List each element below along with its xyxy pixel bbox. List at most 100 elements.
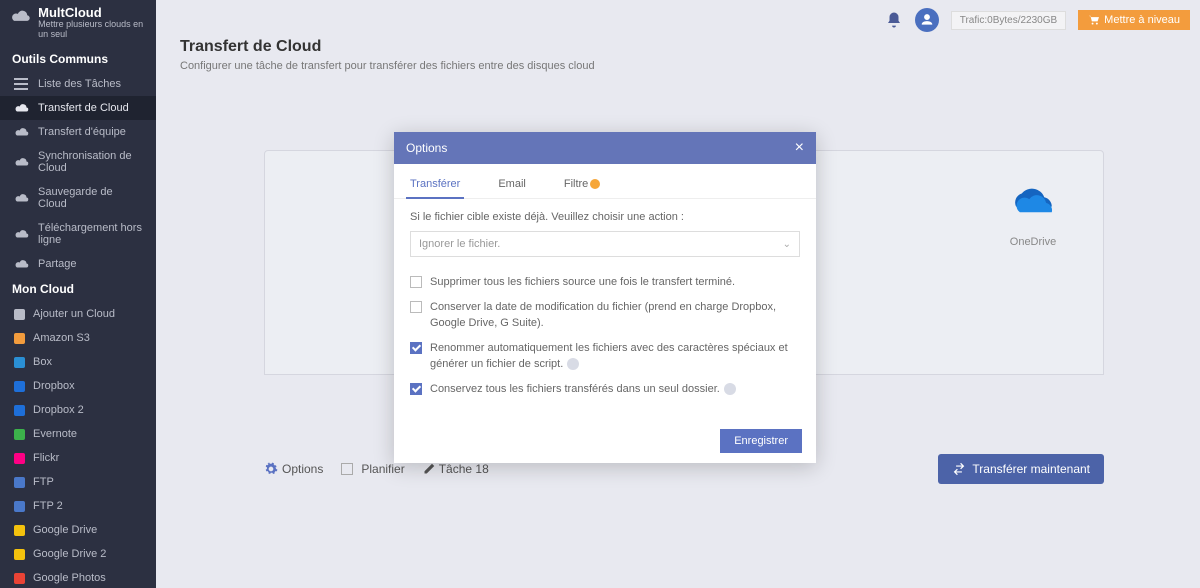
cloud-item[interactable]: Google Drive <box>0 518 156 542</box>
user-icon <box>920 13 934 27</box>
option-label: Conserver la date de modification du fic… <box>430 300 800 331</box>
section-mycloud-header: Mon Cloud <box>0 276 156 302</box>
cloud-item[interactable]: Amazon S3 <box>0 326 156 350</box>
cloud-label: Ajouter un Cloud <box>33 308 115 320</box>
topbar: Trafic:0Bytes/2230GB Mettre à niveau <box>885 8 1190 32</box>
modal-footer: Enregistrer <box>394 419 816 463</box>
cloud-icon <box>14 228 30 240</box>
nav-team-transfer[interactable]: Transfert d'équipe <box>0 120 156 144</box>
cloud-item[interactable]: FTP <box>0 470 156 494</box>
task-label: Tâche 18 <box>439 462 489 476</box>
cloud-item[interactable]: Dropbox 2 <box>0 398 156 422</box>
traffic-indicator: Trafic:0Bytes/2230GB <box>951 11 1066 30</box>
nav-label: Transfert de Cloud <box>38 102 129 114</box>
tab-label: Transférer <box>410 178 460 190</box>
checkbox-icon <box>410 276 422 288</box>
cloud-label: Google Drive <box>33 524 97 536</box>
cloud-service-icon <box>14 525 25 536</box>
nav-cloud-backup[interactable]: Sauvegarde de Cloud <box>0 180 156 216</box>
cloud-icon <box>14 258 30 270</box>
brand-tagline: Mettre plusieurs clouds en un seul <box>38 20 146 40</box>
nav-label: Synchronisation de Cloud <box>38 150 142 174</box>
tab-filter[interactable]: Filtre <box>560 170 604 198</box>
help-icon[interactable] <box>567 358 579 370</box>
upgrade-label: Mettre à niveau <box>1104 14 1180 26</box>
nav-share[interactable]: Partage <box>0 252 156 276</box>
nav-offline-download[interactable]: Téléchargement hors ligne <box>0 216 156 252</box>
cloud-label: Dropbox <box>33 380 75 392</box>
tab-label: Filtre <box>564 178 588 190</box>
options-modal: Options × Transférer Email Filtre Si le … <box>394 132 816 463</box>
transfer-now-button[interactable]: Transférer maintenant <box>938 454 1104 484</box>
destination-label: OneDrive <box>1003 236 1063 248</box>
transfer-icon <box>952 462 966 476</box>
nav-cloud-transfer[interactable]: Transfert de Cloud <box>0 96 156 120</box>
pencil-icon <box>423 463 435 475</box>
cloud-label: Box <box>33 356 52 368</box>
tab-transfer[interactable]: Transférer <box>406 170 464 198</box>
nav-label: Liste des Tâches <box>38 78 121 90</box>
cloud-service-icon <box>14 429 25 440</box>
transfer-label: Transférer maintenant <box>972 462 1090 476</box>
cloud-label: Amazon S3 <box>33 332 90 344</box>
nav-label: Partage <box>38 258 77 270</box>
checkbox-icon <box>410 342 422 354</box>
close-icon[interactable]: × <box>795 140 804 156</box>
schedule-link[interactable]: Planifier <box>341 462 404 476</box>
cart-icon <box>1088 15 1100 25</box>
logo-cloud-icon <box>10 6 32 26</box>
cloud-label: Google Drive 2 <box>33 548 106 560</box>
onedrive-icon <box>1003 181 1063 221</box>
cloud-item[interactable]: Dropbox <box>0 374 156 398</box>
schedule-label: Planifier <box>361 462 404 476</box>
modal-tabs: Transférer Email Filtre <box>394 170 816 199</box>
cloud-item[interactable]: Box <box>0 350 156 374</box>
nav-cloud-sync[interactable]: Synchronisation de Cloud <box>0 144 156 180</box>
page-header: Transfert de Cloud Configurer une tâche … <box>180 38 595 72</box>
filter-badge-icon <box>590 179 600 189</box>
cloud-item[interactable]: Google Photos <box>0 566 156 588</box>
tab-email[interactable]: Email <box>494 170 530 198</box>
option-rename-special[interactable]: Renommer automatiquement les fichiers av… <box>410 341 800 372</box>
option-keep-date[interactable]: Conserver la date de modification du fic… <box>410 300 800 331</box>
cloud-item[interactable]: Google Drive 2 <box>0 542 156 566</box>
cloud-label: Evernote <box>33 428 77 440</box>
section-common-header: Outils Communs <box>0 46 156 72</box>
cloud-service-icon <box>14 501 25 512</box>
page-title: Transfert de Cloud <box>180 38 595 56</box>
nav-label: Téléchargement hors ligne <box>38 222 142 246</box>
cloud-item[interactable]: Flickr <box>0 446 156 470</box>
save-button[interactable]: Enregistrer <box>720 429 802 453</box>
option-single-folder[interactable]: Conservez tous les fichiers transférés d… <box>410 382 800 397</box>
nav-tasks[interactable]: Liste des Tâches <box>0 72 156 96</box>
modal-header: Options × <box>394 132 816 164</box>
cloud-icon <box>14 102 30 114</box>
cloud-service-icon <box>14 381 25 392</box>
options-link[interactable]: Options <box>264 462 323 476</box>
cloud-item[interactable]: Evernote <box>0 422 156 446</box>
cloud-icon <box>14 156 30 168</box>
option-delete-source[interactable]: Supprimer tous les fichiers source une f… <box>410 275 800 290</box>
save-label: Enregistrer <box>734 435 788 447</box>
action-select[interactable]: Ignorer le fichier. ⌄ <box>410 231 800 257</box>
upgrade-button[interactable]: Mettre à niveau <box>1078 10 1190 30</box>
cloud-label: Flickr <box>33 452 59 464</box>
cloud-service-icon <box>14 477 25 488</box>
modal-prompt: Si le fichier cible existe déjà. Veuille… <box>410 211 800 223</box>
help-icon[interactable] <box>724 383 736 395</box>
select-value: Ignorer le fichier. <box>419 238 500 250</box>
tab-label: Email <box>498 178 526 190</box>
cloud-item[interactable]: Ajouter un Cloud <box>0 302 156 326</box>
cloud-item[interactable]: FTP 2 <box>0 494 156 518</box>
checkbox-icon <box>410 383 422 395</box>
avatar[interactable] <box>915 8 939 32</box>
destination-box[interactable]: OneDrive <box>1003 181 1063 248</box>
option-label: Conservez tous les fichiers transférés d… <box>430 383 720 395</box>
options-label: Options <box>282 462 323 476</box>
cloud-service-icon <box>14 405 25 416</box>
bell-icon[interactable] <box>885 11 903 29</box>
task-name-edit[interactable]: Tâche 18 <box>423 462 489 476</box>
cloud-service-icon <box>14 333 25 344</box>
cloud-service-icon <box>14 573 25 584</box>
gear-icon <box>264 462 278 476</box>
